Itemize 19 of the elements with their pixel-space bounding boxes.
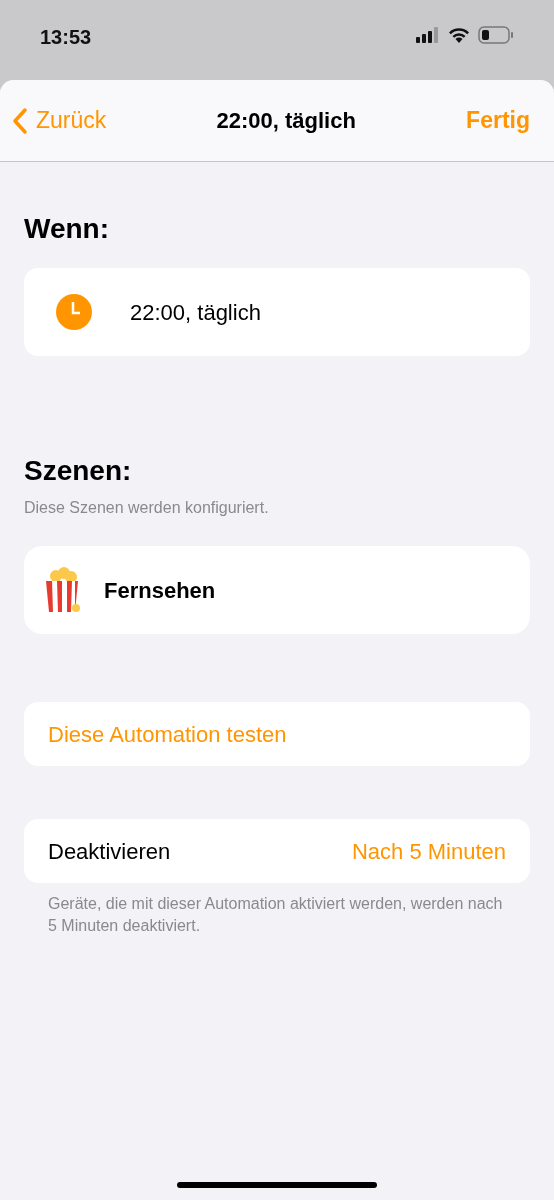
scene-name: Fernsehen xyxy=(104,576,216,605)
section-heading: Wenn: xyxy=(24,212,111,246)
section-heading: Szenen: xyxy=(24,454,133,488)
wifi-icon xyxy=(448,27,470,43)
deactivate-row[interactable]: Deaktivieren Nach 5 Minuten xyxy=(24,819,530,883)
section-subtitle: Diese Szenen werden konfiguriert. xyxy=(24,498,270,518)
deactivate-value: Nach 5 Minuten xyxy=(351,837,506,866)
signal-icon xyxy=(416,27,440,43)
chevron-left-icon xyxy=(12,106,28,135)
deactivate-footnote: Geräte, die mit dieser Automation aktiviert werden, werden nach 5 Minuten deaktiviert. xyxy=(47,894,504,936)
clock-icon xyxy=(56,294,92,330)
nav-title: 22:00, täglich xyxy=(216,107,356,135)
battery-icon xyxy=(478,26,514,44)
scene-card[interactable]: Fernsehen xyxy=(24,546,530,634)
popcorn-icon xyxy=(44,566,80,614)
deactivate-label: Deaktivieren xyxy=(48,837,171,866)
status-time: 13:53 xyxy=(40,25,92,50)
trigger-card[interactable]: 22:00, täglich xyxy=(24,268,530,356)
trigger-label: 22:00, täglich xyxy=(130,298,261,327)
